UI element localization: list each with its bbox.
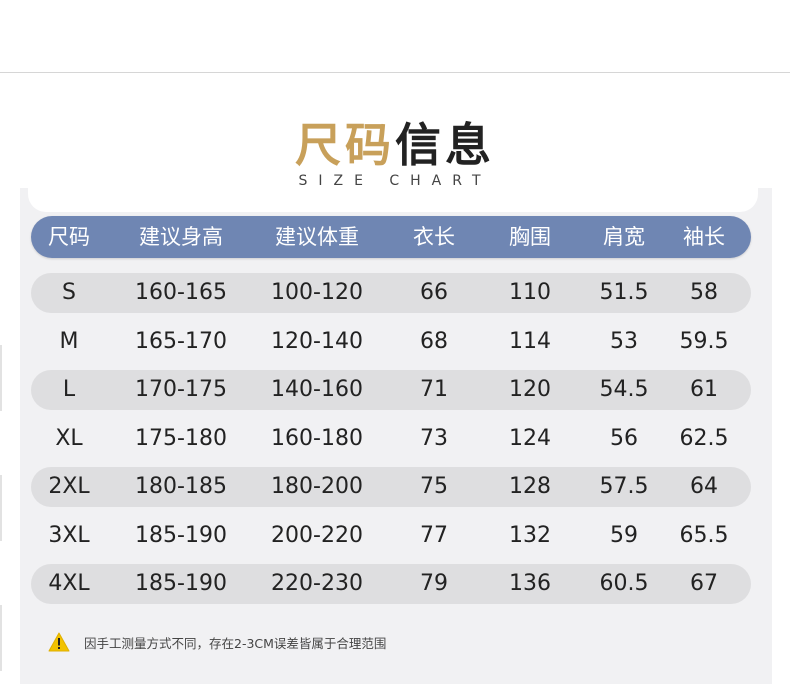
top-divider	[0, 72, 790, 73]
cell-weight: 120-140	[271, 329, 363, 354]
cell-shoulder: 59	[610, 523, 638, 548]
cell-chest: 132	[509, 523, 551, 548]
cell-sleeve: 62.5	[679, 426, 729, 451]
cell-shoulder: 51.5	[599, 280, 649, 305]
cell-shoulder: 54.5	[599, 377, 649, 402]
table-row: 4XL 185-190 220-230 79 136 60.5 67	[31, 564, 751, 604]
cell-sleeve: 67	[690, 571, 718, 596]
measurement-note: 因手工测量方式不同，存在2-3CM误差皆属于合理范围	[48, 632, 386, 652]
cell-chest: 120	[509, 377, 551, 402]
cell-size: 3XL	[48, 523, 90, 548]
cell-height: 175-180	[135, 426, 227, 451]
side-mark	[0, 345, 2, 411]
cell-weight: 180-200	[271, 474, 363, 499]
table-row: 3XL 185-190 200-220 77 132 59 65.5	[31, 516, 751, 556]
page-title: 尺码信息	[0, 118, 790, 172]
cell-length: 77	[420, 523, 448, 548]
header-height: 建议身高	[139, 225, 223, 249]
cell-height: 170-175	[135, 377, 227, 402]
note-text: 因手工测量方式不同，存在2-3CM误差皆属于合理范围	[84, 635, 387, 651]
cell-chest: 124	[509, 426, 551, 451]
cell-length: 66	[420, 280, 448, 305]
header-sleeve: 袖长	[683, 225, 725, 249]
table-row: XL 175-180 160-180 73 124 56 62.5	[31, 419, 751, 459]
header-length: 衣长	[413, 225, 455, 249]
cell-weight: 220-230	[271, 571, 363, 596]
table-row: M 165-170 120-140 68 114 53 59.5	[31, 322, 751, 362]
cell-weight: 160-180	[271, 426, 363, 451]
cell-sleeve: 64	[690, 474, 718, 499]
cell-length: 75	[420, 474, 448, 499]
cell-height: 180-185	[135, 474, 227, 499]
cell-sleeve: 61	[690, 377, 718, 402]
cell-length: 71	[420, 377, 448, 402]
table-row: 2XL 180-185 180-200 75 128 57.5 64	[31, 467, 751, 507]
cell-size: L	[62, 377, 76, 402]
table-header: 尺码 建议身高 建议体重 衣长 胸围 肩宽 袖长	[31, 216, 751, 258]
cell-chest: 110	[509, 280, 551, 305]
cell-shoulder: 60.5	[599, 571, 649, 596]
cell-chest: 114	[509, 329, 551, 354]
cell-shoulder: 56	[610, 426, 638, 451]
cell-size: S	[62, 280, 76, 305]
cell-size: 4XL	[48, 571, 90, 596]
cell-length: 73	[420, 426, 448, 451]
side-mark	[0, 475, 2, 541]
cell-height: 185-190	[135, 523, 227, 548]
cell-size: XL	[55, 426, 83, 451]
warning-icon	[48, 632, 70, 652]
cell-weight: 100-120	[271, 280, 363, 305]
cell-shoulder: 57.5	[599, 474, 649, 499]
title-accent: 尺码	[295, 118, 395, 172]
header-size: 尺码	[48, 225, 90, 249]
cell-size: M	[59, 329, 79, 354]
cell-sleeve: 65.5	[679, 523, 729, 548]
table-row: L 170-175 140-160 71 120 54.5 61	[31, 370, 751, 410]
cell-chest: 128	[509, 474, 551, 499]
table-row: S 160-165 100-120 66 110 51.5 58	[31, 273, 751, 313]
title-main: 信息	[395, 118, 495, 172]
cell-height: 160-165	[135, 280, 227, 305]
cell-sleeve: 59.5	[679, 329, 729, 354]
cell-length: 68	[420, 329, 448, 354]
cell-size: 2XL	[48, 474, 90, 499]
cell-height: 185-190	[135, 571, 227, 596]
cell-sleeve: 58	[690, 280, 718, 305]
cell-weight: 200-220	[271, 523, 363, 548]
header-chest: 胸围	[509, 225, 551, 249]
panel-top-notch	[28, 188, 758, 212]
side-mark	[0, 605, 2, 671]
cell-chest: 136	[509, 571, 551, 596]
page-subtitle: SIZE CHART	[298, 173, 492, 189]
header-shoulder: 肩宽	[603, 225, 645, 249]
cell-weight: 140-160	[271, 377, 363, 402]
cell-length: 79	[420, 571, 448, 596]
cell-height: 165-170	[135, 329, 227, 354]
cell-shoulder: 53	[610, 329, 638, 354]
header-weight: 建议体重	[275, 225, 359, 249]
